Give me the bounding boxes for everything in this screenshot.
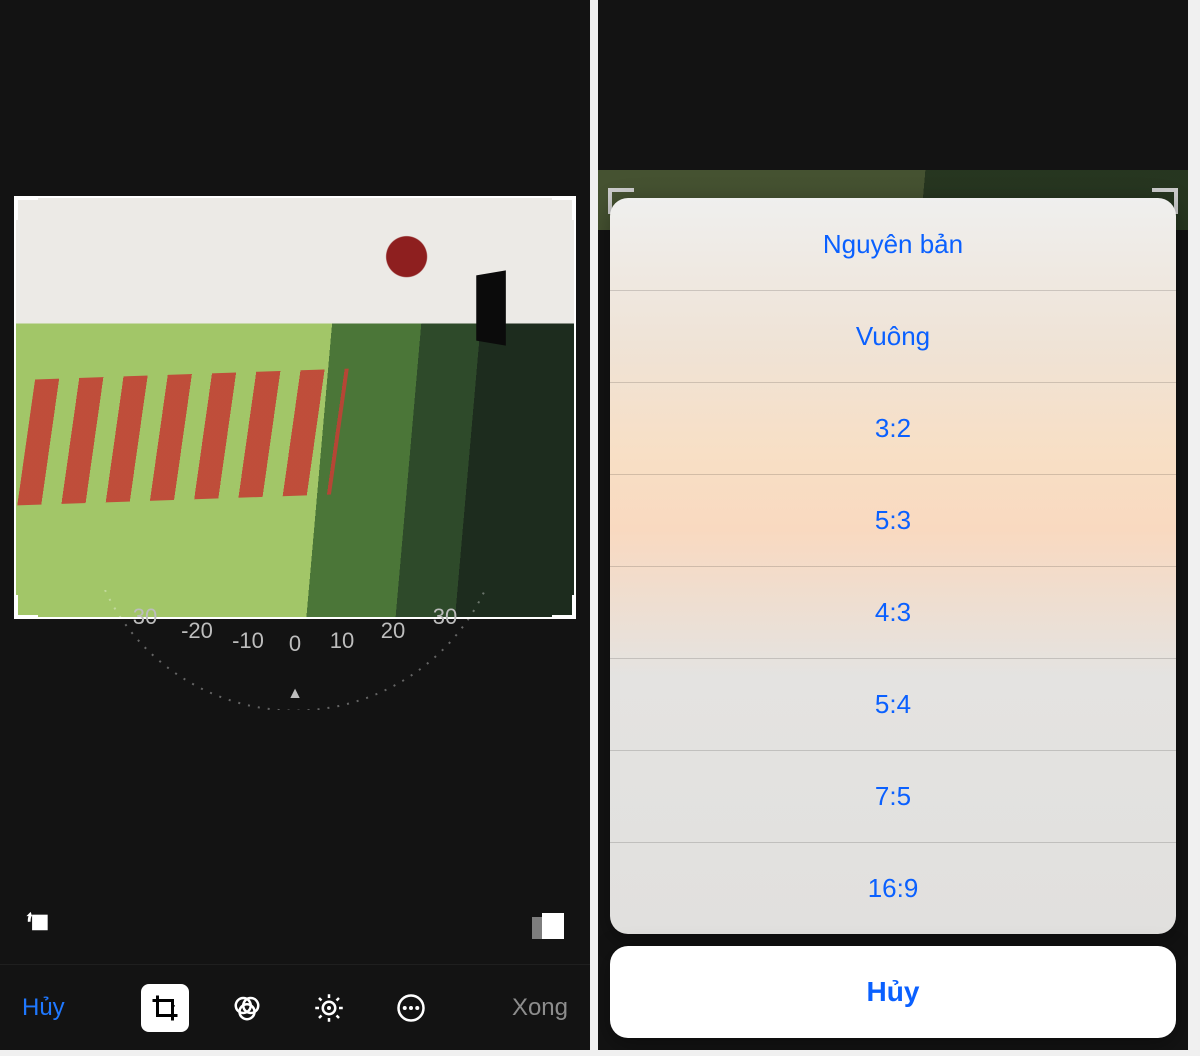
- aspect-option-5-4[interactable]: 5:4: [610, 658, 1176, 750]
- editor-toolbar: Hủy: [0, 964, 590, 1050]
- cancel-button[interactable]: Hủy: [14, 988, 73, 1028]
- aspect-icon: [530, 911, 566, 941]
- aspect-action-sheet: Nguyên bản Vuông 3:2 5:3 4:3 5:4 7:5 16:…: [610, 198, 1176, 1038]
- dial-tick: 20: [381, 618, 405, 643]
- tool-filters[interactable]: [223, 984, 271, 1032]
- dial-tick: 10: [330, 628, 354, 653]
- crop-icon: [150, 993, 180, 1023]
- dial-tick: 0: [289, 631, 301, 656]
- aspect-option-4-3[interactable]: 4:3: [610, 566, 1176, 658]
- filters-icon: [232, 993, 262, 1023]
- crop-actions-row: [0, 898, 590, 954]
- dial-tick: 30: [433, 604, 457, 629]
- aspect-sheet-screen: Nguyên bản Vuông 3:2 5:3 4:3 5:4 7:5 16:…: [598, 0, 1188, 1050]
- crop-frame[interactable]: [14, 196, 576, 619]
- adjust-icon: [314, 993, 344, 1023]
- photo-preview: [16, 198, 574, 617]
- aspect-option-5-3[interactable]: 5:3: [610, 474, 1176, 566]
- aspect-option-16-9[interactable]: 16:9: [610, 842, 1176, 934]
- crop-handle-bottom-right[interactable]: [552, 595, 576, 619]
- rotation-dial[interactable]: 30 -20 -10 0 10 20 30 ▲: [85, 590, 505, 710]
- aspect-option-original[interactable]: Nguyên bản: [610, 198, 1176, 290]
- aspect-ratio-button[interactable]: [528, 906, 568, 946]
- tool-crop[interactable]: [141, 984, 189, 1032]
- crop-handle-top-right[interactable]: [552, 196, 576, 220]
- rotate-icon: [25, 909, 59, 943]
- dial-tick: 30: [133, 604, 157, 629]
- dial-tick: -10: [232, 628, 264, 653]
- dial-tick: -20: [181, 618, 213, 643]
- aspect-option-7-5[interactable]: 7:5: [610, 750, 1176, 842]
- crop-handle-top-left[interactable]: [14, 196, 38, 220]
- dial-pointer-icon: ▲: [287, 685, 303, 703]
- tool-adjust[interactable]: [305, 984, 353, 1032]
- more-icon: [396, 993, 426, 1023]
- aspect-option-3-2[interactable]: 3:2: [610, 382, 1176, 474]
- rotate-90-button[interactable]: [22, 906, 62, 946]
- aspect-option-list: Nguyên bản Vuông 3:2 5:3 4:3 5:4 7:5 16:…: [610, 198, 1176, 934]
- photo-canvas[interactable]: 30 -20 -10 0 10 20 30 ▲: [0, 0, 590, 805]
- tool-more[interactable]: [387, 984, 435, 1032]
- crop-handle-bottom-left[interactable]: [14, 595, 38, 619]
- sheet-cancel-button[interactable]: Hủy: [610, 946, 1176, 1038]
- editor-screen: 30 -20 -10 0 10 20 30 ▲: [0, 0, 590, 1050]
- aspect-option-square[interactable]: Vuông: [610, 290, 1176, 382]
- done-button[interactable]: Xong: [504, 988, 576, 1028]
